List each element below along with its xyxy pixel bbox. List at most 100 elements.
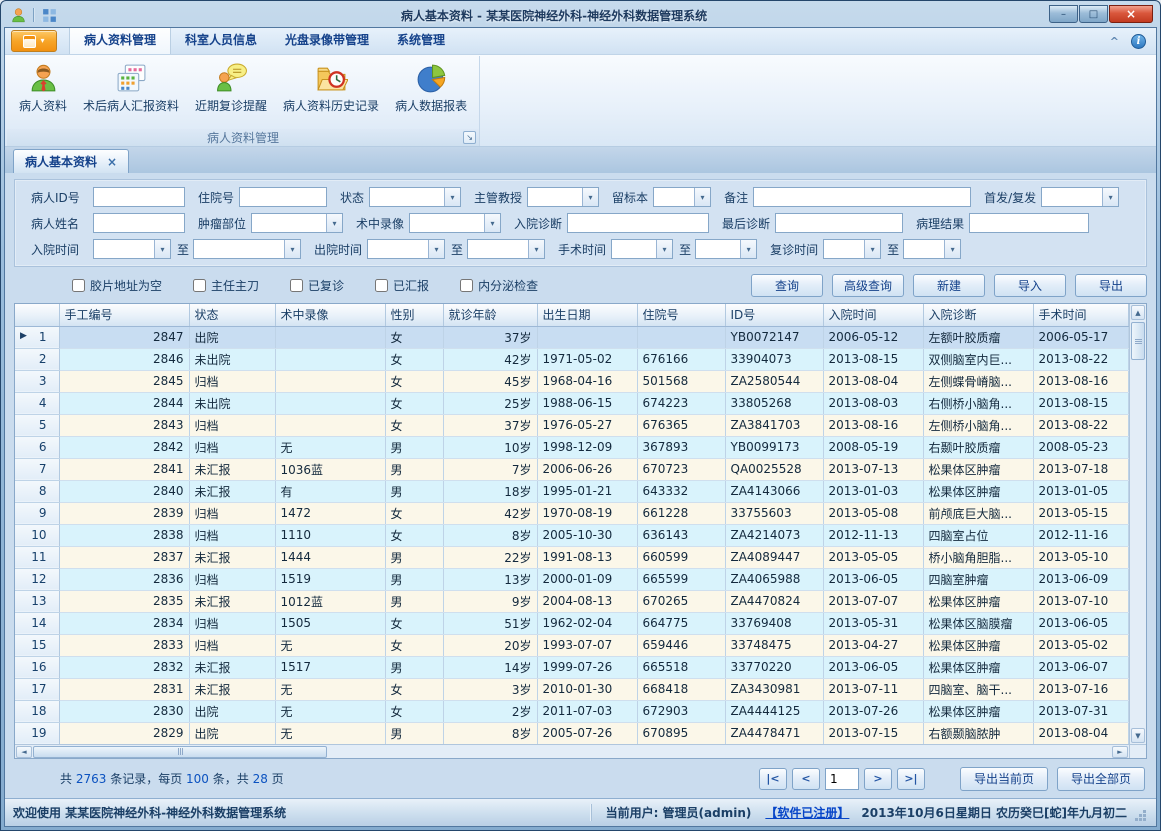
maximize-button[interactable]: □ [1079,5,1108,23]
column-header-2[interactable]: 术中录像 [275,304,385,326]
surgery-date-to-combo[interactable]: ▾ [695,239,757,259]
row-header[interactable]: 14 [15,612,59,634]
scroll-right-icon[interactable]: ► [1112,746,1128,758]
vertical-scroll-track[interactable] [1130,361,1146,727]
column-header-7[interactable]: ID号 [725,304,823,326]
ribbon-tab-system-management[interactable]: 系统管理 [383,27,459,54]
chevron-down-icon[interactable]: ▾ [582,188,598,206]
reported-checkbox[interactable]: 已汇报 [375,277,429,294]
row-header[interactable]: 4 [15,392,59,414]
dialog-launcher-icon[interactable]: ↘ [463,131,476,144]
export-button[interactable]: 导出 [1075,274,1147,297]
table-row[interactable]: 112837未汇报1444男22岁1991-08-13660599ZA40894… [15,546,1129,568]
quick-access-icon[interactable] [39,5,59,25]
patient-history-records-button[interactable]: 病人资料历史记录 [275,59,387,117]
row-header[interactable]: ▶1 [15,326,59,348]
chevron-down-icon[interactable]: ▾ [656,240,672,258]
titlebar[interactable]: 病人基本资料 - 某某医院神经外科-神经外科数据管理系统 – □ × [4,3,1157,27]
row-header[interactable]: 15 [15,634,59,656]
revisit-reminder-button[interactable]: 近期复诊提醒 [187,59,275,117]
table-row[interactable]: 142834归档1505女51岁1962-02-0466477533769408… [15,612,1129,634]
chevron-down-icon[interactable]: ▾ [528,240,544,258]
chevron-down-icon[interactable]: ▾ [444,188,460,206]
table-row[interactable]: 102838归档1110女8岁2005-10-30636143ZA4214073… [15,524,1129,546]
admission-date-from-combo[interactable]: ▾ [93,239,171,259]
table-row[interactable]: 152833归档无女20岁1993-07-0765944633748475201… [15,634,1129,656]
row-header[interactable]: 18 [15,700,59,722]
column-header-8[interactable]: 入院时间 [823,304,923,326]
new-button[interactable]: 新建 [913,274,985,297]
row-header[interactable]: 2 [15,348,59,370]
table-row[interactable]: 62842归档无男10岁1998-12-09367893YB0099173200… [15,436,1129,458]
patient-name-input[interactable] [93,213,185,233]
patient-id-input[interactable] [93,187,185,207]
horizontal-scroll-thumb[interactable] [33,746,327,758]
remark-input[interactable] [753,187,971,207]
surgery-date-from-combo[interactable]: ▾ [611,239,673,259]
tumor-site-combo[interactable]: ▾ [251,213,343,233]
import-button[interactable]: 导入 [994,274,1066,297]
postop-report-data-button[interactable]: 术后病人汇报资料 [75,59,187,117]
column-header-3[interactable]: 性别 [385,304,443,326]
app-menu-button[interactable]: ▾ [11,30,57,52]
horizontal-scroll-track[interactable] [327,745,1111,758]
tab-patient-basic-info[interactable]: 病人基本资料 × [13,149,129,173]
discharge-date-from-combo[interactable]: ▾ [367,239,445,259]
table-row[interactable]: 32845归档女45岁1968-04-16501568ZA25805442013… [15,370,1129,392]
close-button[interactable]: × [1109,5,1153,23]
admission-diagnosis-input[interactable] [567,213,709,233]
row-header[interactable]: 12 [15,568,59,590]
chevron-down-icon[interactable]: ▾ [326,214,342,232]
chevron-down-icon[interactable]: ▾ [284,240,300,258]
row-header[interactable]: 11 [15,546,59,568]
revisited-checkbox[interactable]: 已复诊 [290,277,344,294]
row-header[interactable]: 19 [15,722,59,744]
table-row[interactable]: 192829出院无男8岁2005-07-26670895ZA4478471201… [15,722,1129,744]
info-icon[interactable]: i [1131,34,1146,49]
chevron-down-icon[interactable]: ▾ [694,188,710,206]
table-row[interactable]: 42844未出院女25岁1988-06-15674223338052682013… [15,392,1129,414]
advanced-query-button[interactable]: 高级查询 [832,274,904,297]
last-page-button[interactable]: >| [897,768,925,790]
patient-info-button[interactable]: 病人资料 [11,59,75,117]
table-row[interactable]: ▶12847出院女37岁YB00721472006-05-12左额叶胶质瘤200… [15,326,1129,348]
vertical-scroll-thumb[interactable] [1131,322,1145,360]
table-row[interactable]: 172831未汇报无女3岁2010-01-30668418ZA343098120… [15,678,1129,700]
ribbon-tab-patient-data-management[interactable]: 病人资料管理 [69,27,171,54]
query-button[interactable]: 查询 [751,274,823,297]
collapse-ribbon-icon[interactable]: ^ [1110,35,1119,48]
minimize-button[interactable]: – [1049,5,1078,23]
table-row[interactable]: 132835未汇报1012蓝男9岁2004-08-13670265ZA44708… [15,590,1129,612]
revisited-checkbox-input[interactable] [290,279,303,292]
scroll-left-icon[interactable]: ◄ [16,746,32,758]
export-all-pages-button[interactable]: 导出全部页 [1057,767,1145,791]
scroll-down-icon[interactable]: ▼ [1131,728,1145,743]
table-row[interactable]: 72841未汇报1036蓝男7岁2006-06-26670723QA002552… [15,458,1129,480]
chief-professor-combo[interactable]: ▾ [527,187,599,207]
discharge-date-to-combo[interactable]: ▾ [467,239,545,259]
pathology-result-input[interactable] [969,213,1089,233]
chevron-down-icon[interactable]: ▾ [1102,188,1118,206]
row-header[interactable]: 3 [15,370,59,392]
admission-number-input[interactable] [239,187,327,207]
specimen-kept-combo[interactable]: ▾ [653,187,711,207]
row-header[interactable]: 17 [15,678,59,700]
first-page-button[interactable]: |< [759,768,787,790]
license-registered-link[interactable]: 【软件已注册】 [759,804,855,821]
row-header[interactable]: 6 [15,436,59,458]
row-header[interactable]: 10 [15,524,59,546]
chevron-down-icon[interactable]: ▾ [944,240,960,258]
first-or-recurrence-combo[interactable]: ▾ [1041,187,1119,207]
table-row[interactable]: 92839归档1472女42岁1970-08-19661228337556032… [15,502,1129,524]
next-page-button[interactable]: > [864,768,892,790]
revisit-date-to-combo[interactable]: ▾ [903,239,961,259]
patient-data-report-button[interactable]: 病人数据报表 [387,59,475,117]
table-row[interactable]: 82840未汇报有男18岁1995-01-21643332ZA414306620… [15,480,1129,502]
row-header[interactable]: 9 [15,502,59,524]
column-header-5[interactable]: 出生日期 [537,304,637,326]
final-diagnosis-input[interactable] [775,213,903,233]
revisit-date-from-combo[interactable]: ▾ [823,239,881,259]
reported-checkbox-input[interactable] [375,279,388,292]
row-header[interactable]: 16 [15,656,59,678]
row-header[interactable]: 7 [15,458,59,480]
